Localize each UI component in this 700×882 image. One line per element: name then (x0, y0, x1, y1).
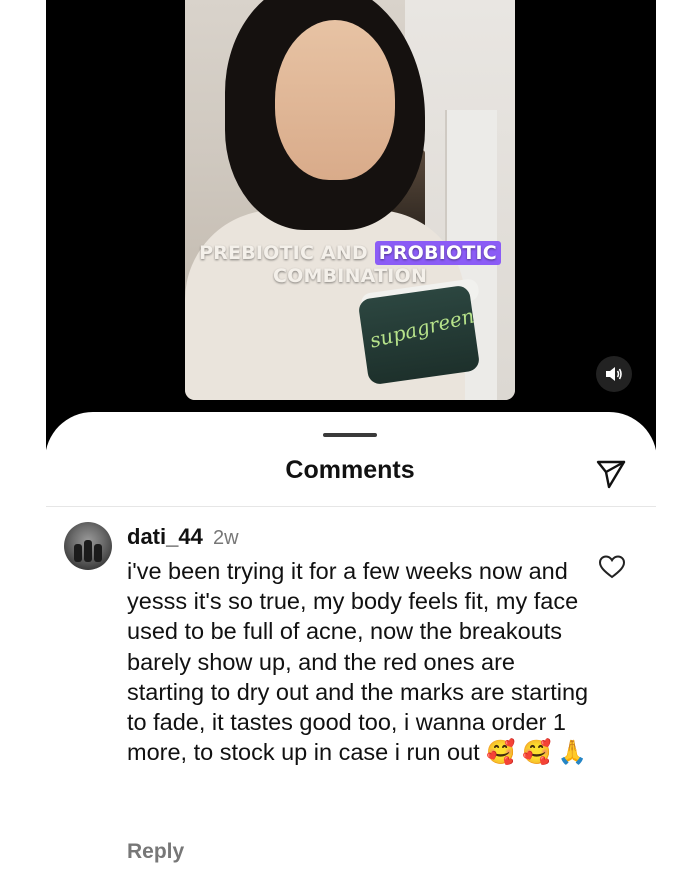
reply-button[interactable]: Reply (127, 840, 184, 864)
caption-line2: COMBINATION (273, 265, 427, 287)
comment-header: dati_44 2w (127, 524, 239, 550)
sound-toggle-button[interactable] (596, 356, 632, 392)
send-icon[interactable] (594, 456, 628, 490)
sheet-drag-handle[interactable] (323, 433, 377, 437)
avatar-figure (94, 544, 102, 562)
avatar-figure (84, 540, 92, 562)
comment-username[interactable]: dati_44 (127, 524, 203, 549)
avatar[interactable] (64, 522, 112, 570)
video-caption: PREBIOTIC AND PROBIOTIC COMBINATION (185, 241, 515, 288)
avatar-figure (74, 544, 82, 562)
caption-highlight: PROBIOTIC (374, 241, 501, 265)
heart-icon[interactable] (598, 554, 626, 580)
comment-text: i've been trying it for a few weeks now … (127, 558, 589, 766)
comment-timestamp: 2w (212, 527, 239, 549)
video-player[interactable]: supagreen PREBIOTIC AND PROBIOTIC COMBIN… (185, 0, 515, 400)
speaker-icon (606, 367, 622, 381)
video-scene-person-face (275, 20, 395, 180)
caption-text: PREBIOTIC AND (199, 242, 368, 264)
sheet-divider (46, 506, 656, 507)
